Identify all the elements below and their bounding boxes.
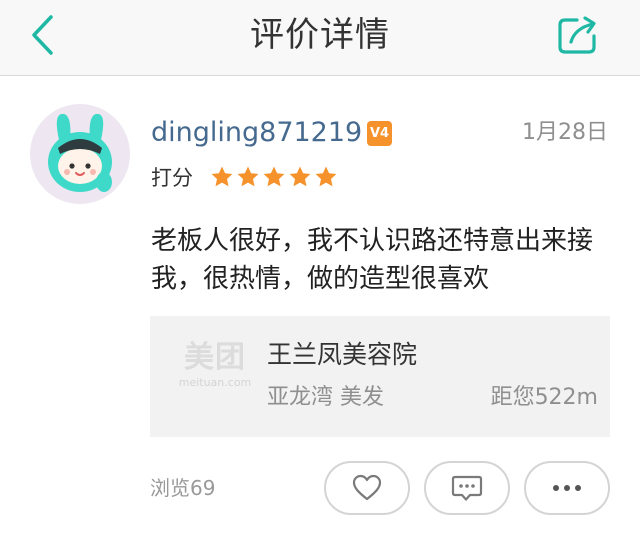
view-count: 浏览69 — [150, 476, 216, 500]
star-icon — [237, 166, 259, 187]
star-rating — [210, 165, 338, 189]
shop-card[interactable]: 美团 meituan.com 王兰凤美容院 亚龙湾 美发 距您522m — [150, 316, 610, 437]
comment-button[interactable] — [424, 461, 510, 515]
share-icon — [558, 16, 596, 54]
star-icon — [289, 166, 311, 187]
review-text: 老板人很好，我不认识路还特意出来接我，很热情，做的造型很喜欢 — [151, 226, 594, 294]
star-icon — [263, 166, 285, 187]
logo-text: 美团 — [184, 340, 246, 375]
more-button[interactable] — [524, 461, 610, 515]
rating-label: 打分 — [151, 166, 193, 190]
nav-bar: 评价详情 — [0, 0, 640, 76]
avatar[interactable] — [30, 104, 130, 204]
shop-name: 王兰凤美容院 — [267, 340, 418, 369]
logo-subtext: meituan.com — [178, 376, 252, 389]
star-icon — [211, 166, 233, 187]
meituan-logo: 美团 meituan.com — [170, 340, 260, 414]
vip-badge-label: V4 — [369, 126, 390, 141]
comment-icon — [451, 475, 483, 501]
vip-level-badge: V4 — [367, 121, 392, 146]
review-date: 1月28日 — [522, 120, 608, 145]
avatar-illustration — [48, 113, 112, 192]
like-button[interactable] — [324, 461, 410, 515]
share-button[interactable] — [555, 12, 601, 58]
more-icon — [553, 485, 581, 491]
username[interactable]: dingling871219 — [151, 115, 362, 151]
heart-icon — [352, 474, 382, 501]
star-icon — [315, 166, 337, 187]
shop-distance: 距您522m — [490, 385, 598, 410]
shop-area: 亚龙湾 美发 — [267, 385, 384, 410]
page-title: 评价详情 — [250, 15, 390, 55]
